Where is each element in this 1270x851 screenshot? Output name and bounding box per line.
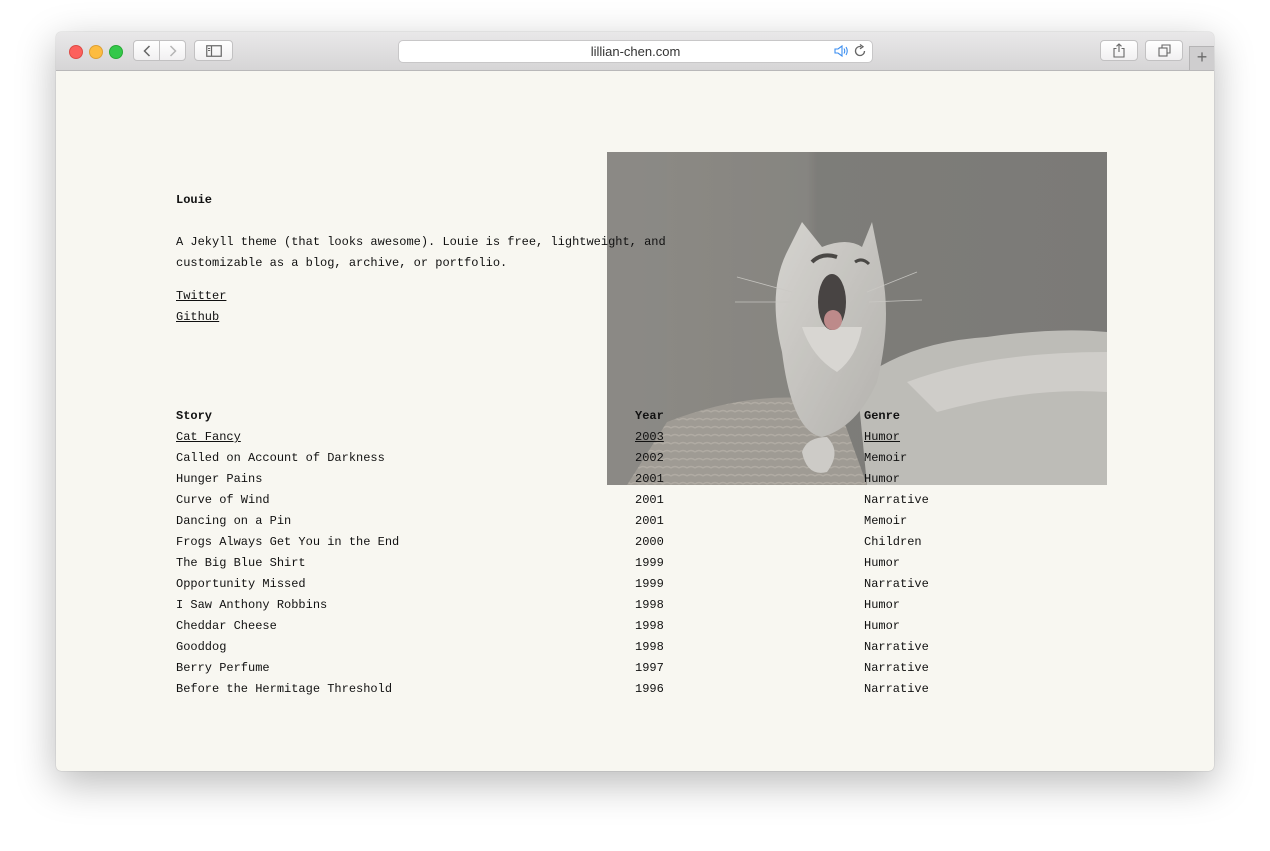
header-story: Story	[176, 409, 213, 423]
genre-cell: Humor	[864, 619, 901, 633]
genre-cell: Narrative	[864, 577, 929, 591]
genre-cell: Narrative	[864, 682, 929, 696]
genre-cell: Narrative	[864, 493, 929, 507]
year-cell: 2001	[635, 493, 664, 507]
genre-cell: Humor	[864, 556, 901, 570]
back-arrow-icon	[142, 44, 150, 57]
genre-cell: Memoir	[864, 514, 908, 528]
minimize-window-button[interactable]	[89, 45, 103, 59]
story-cell[interactable]: Cat Fancy	[176, 427, 241, 448]
plus-icon: +	[1196, 47, 1208, 67]
story-cell: Before the Hermitage Threshold	[176, 682, 393, 696]
story-cell: Hunger Pains	[176, 472, 263, 486]
new-tab-button[interactable]: +	[1189, 46, 1214, 70]
genre-cell: Narrative	[864, 661, 929, 675]
site-tagline: A Jekyll theme (that looks awesome). Lou…	[176, 232, 696, 274]
social-links: Twitter Github	[176, 286, 226, 328]
forward-arrow-icon	[169, 44, 177, 57]
reload-icon[interactable]	[854, 43, 867, 63]
year-cell: 1998	[635, 598, 664, 612]
story-cell: Gooddog	[176, 640, 227, 654]
audio-icon[interactable]	[834, 44, 850, 63]
story-cell: Opportunity Missed	[176, 577, 306, 591]
year-cell: 1998	[635, 619, 664, 633]
genre-cell: Narrative	[864, 640, 929, 654]
show-tabs-button[interactable]	[1145, 40, 1183, 61]
tabs-icon	[1157, 44, 1171, 57]
back-button[interactable]	[133, 40, 160, 61]
zoom-window-button[interactable]	[109, 45, 123, 59]
story-cell: Frogs Always Get You in the End	[176, 535, 400, 549]
year-cell[interactable]: 2003	[635, 427, 664, 448]
story-cell: I Saw Anthony Robbins	[176, 598, 328, 612]
navigation-buttons	[133, 40, 186, 61]
twitter-link[interactable]: Twitter	[176, 289, 226, 303]
genre-cell: Humor	[864, 472, 901, 486]
story-cell: Curve of Wind	[176, 493, 270, 507]
header-year: Year	[635, 409, 664, 423]
browser-toolbar: lillian-chen.com +	[56, 32, 1214, 71]
genre-cell: Children	[864, 535, 922, 549]
story-cell: Dancing on a Pin	[176, 514, 292, 528]
browser-window: lillian-chen.com + Louie A Jekyll theme …	[56, 32, 1214, 771]
year-cell: 1997	[635, 661, 664, 675]
year-cell: 2001	[635, 514, 664, 528]
address-bar[interactable]: lillian-chen.com	[398, 40, 873, 63]
year-cell: 1998	[635, 640, 664, 654]
year-cell: 1999	[635, 577, 664, 591]
close-window-button[interactable]	[69, 45, 83, 59]
year-cell: 1996	[635, 682, 664, 696]
story-cell: Called on Account of Darkness	[176, 451, 385, 465]
cat-photo	[607, 152, 1107, 485]
story-cell: Cheddar Cheese	[176, 619, 277, 633]
share-button[interactable]	[1100, 40, 1138, 61]
genre-cell: Humor	[864, 598, 901, 612]
year-cell: 1999	[635, 556, 664, 570]
page-content: Louie A Jekyll theme (that looks awesome…	[56, 71, 1214, 771]
year-cell: 2002	[635, 451, 664, 465]
story-cell: Berry Perfume	[176, 661, 270, 675]
tagline-line-2: customizable as a blog, archive, or port…	[176, 256, 508, 270]
share-icon	[1113, 43, 1125, 58]
header-genre: Genre	[864, 409, 901, 423]
site-title: Louie	[176, 193, 213, 207]
url-text: lillian-chen.com	[590, 44, 681, 59]
tagline-line-1: A Jekyll theme (that looks awesome). Lou…	[176, 235, 666, 249]
year-cell: 2001	[635, 472, 664, 486]
sidebar-button[interactable]	[194, 40, 233, 61]
genre-cell[interactable]: Humor	[864, 427, 900, 448]
genre-cell: Memoir	[864, 451, 908, 465]
year-cell: 2000	[635, 535, 664, 549]
story-cell: The Big Blue Shirt	[176, 556, 306, 570]
github-link[interactable]: Github	[176, 310, 219, 324]
forward-button[interactable]	[159, 40, 186, 61]
sidebar-icon	[205, 44, 222, 57]
